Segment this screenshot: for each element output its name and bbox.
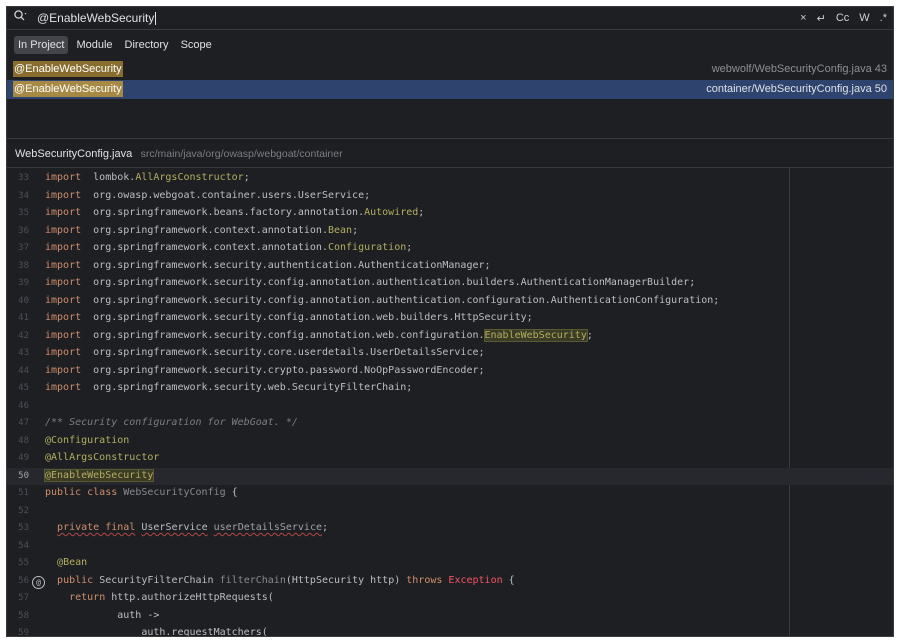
result-match-text: @EnableWebSecurity	[13, 61, 123, 77]
line-number: 43	[18, 348, 29, 358]
code-line: @EnableWebSecurity	[43, 468, 155, 482]
right-margin-guide	[789, 168, 790, 636]
search-options: × ↵ Cc W .*	[800, 7, 887, 29]
code-line: /** Security configuration for WebGoat. …	[45, 417, 298, 428]
preview-header: WebSecurityConfig.java src/main/java/org…	[7, 139, 893, 168]
code-line: import org.springframework.context.annot…	[45, 224, 359, 236]
result-location: webwolf/WebSecurityConfig.java 43	[711, 63, 887, 75]
regex-toggle[interactable]: .*	[880, 12, 887, 24]
find-in-files-popup: @EnableWebSecurity × ↵ Cc W .* In Projec…	[6, 6, 894, 637]
bean-gutter-icon[interactable]: @	[32, 575, 45, 589]
code-line: import org.springframework.security.conf…	[45, 294, 720, 306]
code-line: import org.springframework.security.auth…	[45, 259, 491, 271]
line-number: 53	[18, 523, 29, 533]
line-number: 35	[18, 208, 29, 218]
code-line: import lombok.AllArgsConstructor;	[45, 172, 250, 183]
text-caret	[155, 12, 157, 26]
line-number: 37	[18, 243, 29, 253]
code-line: @Configuration	[45, 434, 130, 446]
preview-file-name: WebSecurityConfig.java	[15, 148, 133, 160]
whole-words-toggle[interactable]: W	[859, 12, 869, 24]
line-number: 51	[18, 488, 29, 498]
code-line: import org.springframework.security.cryp…	[45, 364, 485, 376]
code-line: auth.requestMatchers(	[45, 627, 268, 637]
code-preview[interactable]: 33 import lombok.AllArgsConstructor; 34 imp…	[7, 168, 893, 636]
code-line: @AllArgsConstructor	[45, 452, 160, 463]
match-case-toggle[interactable]: Cc	[836, 12, 849, 24]
code-line: import org.springframework.security.conf…	[45, 328, 593, 342]
code-line: import org.springframework.beans.factory…	[45, 207, 425, 218]
code-line: import org.springframework.security.web.…	[45, 382, 413, 393]
line-number: 39	[18, 278, 29, 288]
code-line: private final UserService userDetailsSer…	[57, 522, 329, 533]
preview-file-path: src/main/java/org/owasp/webgoat/containe…	[140, 148, 343, 160]
line-number: 42	[18, 330, 29, 341]
line-number: 57	[18, 593, 29, 603]
result-match-text: @EnableWebSecurity	[13, 81, 123, 97]
search-query: @EnableWebSecurity	[37, 11, 155, 25]
line-number: 36	[18, 225, 29, 236]
result-location: container/WebSecurityConfig.java 50	[706, 83, 887, 95]
line-number: 34	[18, 190, 29, 201]
code-line: import org.springframework.context.annot…	[45, 242, 413, 253]
result-row-selected[interactable]: @EnableWebSecurity container/WebSecurity…	[7, 80, 893, 99]
line-number: 47	[18, 418, 29, 428]
search-bar: @EnableWebSecurity × ↵ Cc W .*	[7, 7, 893, 30]
line-number: 33	[18, 173, 29, 183]
line-number: 59	[18, 628, 29, 637]
tab-in-project[interactable]: In Project	[14, 36, 69, 54]
clear-icon[interactable]: ×	[800, 12, 806, 24]
line-number: 55	[18, 558, 29, 568]
line-number: 58	[18, 610, 29, 621]
line-number: 54	[18, 540, 29, 551]
line-number: 45	[18, 383, 29, 393]
tab-scope[interactable]: Scope	[177, 36, 216, 54]
search-history-icon[interactable]	[13, 9, 29, 25]
line-number: 49	[18, 453, 29, 463]
tab-module[interactable]: Module	[72, 36, 116, 54]
line-number: 44	[18, 365, 29, 376]
line-number: 52	[18, 505, 29, 516]
code-line: import org.springframework.security.conf…	[45, 277, 696, 288]
code-line: public SecurityFilterChain filterChain(H…	[57, 574, 515, 586]
code-line: import org.springframework.security.core…	[45, 347, 485, 358]
code-line: public class WebSecurityConfig {	[45, 487, 238, 498]
line-number: 56	[18, 575, 29, 586]
tab-directory[interactable]: Directory	[121, 36, 173, 54]
scope-tabs: In Project Module Directory Scope	[7, 30, 893, 60]
line-number: 41	[18, 313, 29, 323]
search-input[interactable]: @EnableWebSecurity	[37, 7, 157, 29]
results-list: @EnableWebSecurity webwolf/WebSecurityCo…	[7, 60, 893, 140]
code-line: import org.springframework.security.conf…	[45, 312, 533, 323]
code-line: auth ->	[45, 609, 160, 621]
line-number: 48	[18, 435, 29, 446]
line-number: 38	[18, 260, 29, 271]
line-number: 50	[18, 470, 29, 481]
code-line: @Bean	[57, 557, 88, 568]
code-line: import org.owasp.webgoat.container.users…	[45, 189, 371, 201]
code-line: return http.authorizeHttpRequests(	[69, 592, 274, 603]
line-number: 46	[18, 400, 29, 411]
result-row[interactable]: @EnableWebSecurity webwolf/WebSecurityCo…	[7, 60, 893, 79]
new-line-icon[interactable]: ↵	[817, 12, 826, 25]
line-number: 40	[18, 295, 29, 306]
